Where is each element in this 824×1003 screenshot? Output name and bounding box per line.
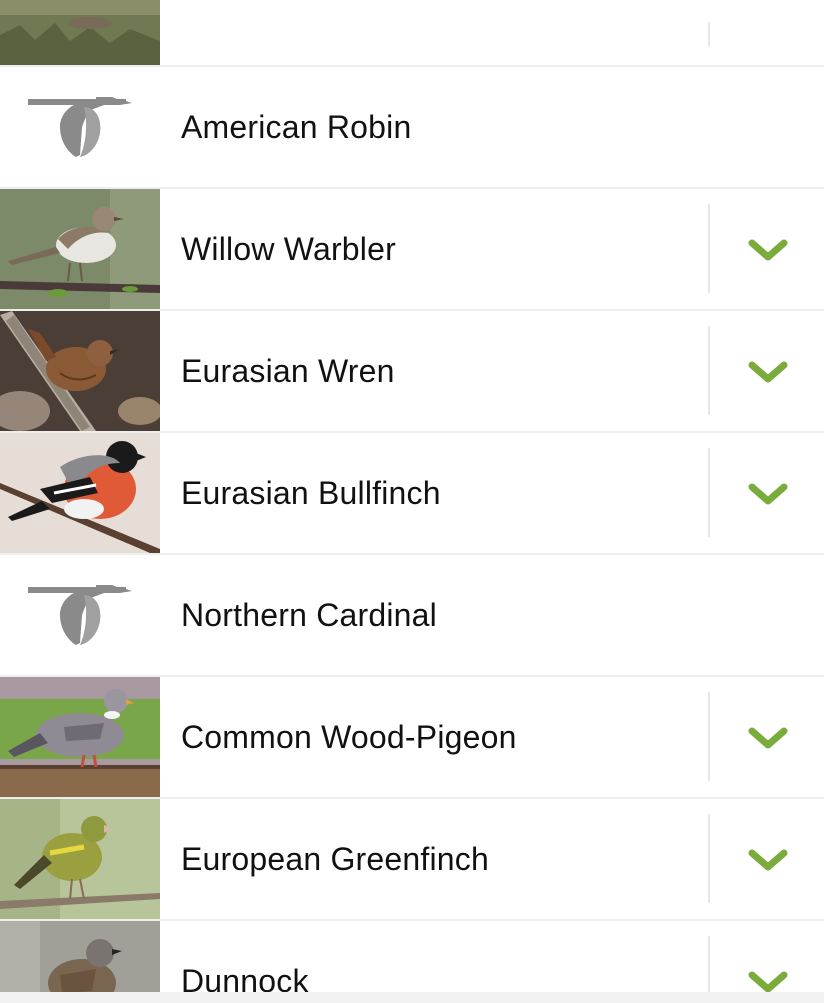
species-name: American Robin <box>181 109 412 145</box>
list-item[interactable]: Eurasian Wren <box>0 311 824 431</box>
checkmark-icon[interactable] <box>748 721 788 753</box>
species-list[interactable]: American Robin Willow Warbler Eurasian W… <box>0 0 824 1003</box>
list-item[interactable] <box>0 0 824 65</box>
bottom-edge <box>0 992 824 1003</box>
list-item[interactable]: Northern Cardinal <box>0 555 824 675</box>
list-item[interactable]: Common Wood-Pigeon <box>0 677 824 797</box>
placeholder-bird-logo-icon <box>0 67 160 187</box>
checkmark-icon[interactable] <box>748 843 788 875</box>
column-separator <box>708 692 710 781</box>
checkmark-icon[interactable] <box>748 233 788 265</box>
bird-photo <box>0 677 160 797</box>
bird-photo <box>0 0 160 65</box>
species-name: Eurasian Bullfinch <box>181 475 441 511</box>
bird-photo <box>0 433 160 553</box>
placeholder-bird-logo-icon <box>0 555 160 675</box>
column-separator <box>708 326 710 415</box>
species-name: Common Wood-Pigeon <box>181 719 517 755</box>
column-separator <box>708 814 710 903</box>
list-item[interactable]: Willow Warbler <box>0 189 824 309</box>
column-separator <box>708 204 710 293</box>
list-item[interactable]: American Robin <box>0 67 824 187</box>
species-name: Northern Cardinal <box>181 597 437 633</box>
list-item[interactable]: European Greenfinch <box>0 799 824 919</box>
column-separator <box>708 448 710 537</box>
checkmark-icon[interactable] <box>748 477 788 509</box>
checkmark-icon[interactable] <box>748 355 788 387</box>
column-separator <box>708 22 710 46</box>
list-item[interactable]: Dunnock <box>0 921 824 1003</box>
species-name: Willow Warbler <box>181 231 396 267</box>
species-name: Dunnock <box>181 963 309 999</box>
bird-photo <box>0 311 160 431</box>
list-item[interactable]: Eurasian Bullfinch <box>0 433 824 553</box>
bird-photo <box>0 189 160 309</box>
species-name: Eurasian Wren <box>181 353 395 389</box>
bird-photo <box>0 921 160 1003</box>
species-name: European Greenfinch <box>181 841 490 877</box>
bird-photo <box>0 799 160 919</box>
